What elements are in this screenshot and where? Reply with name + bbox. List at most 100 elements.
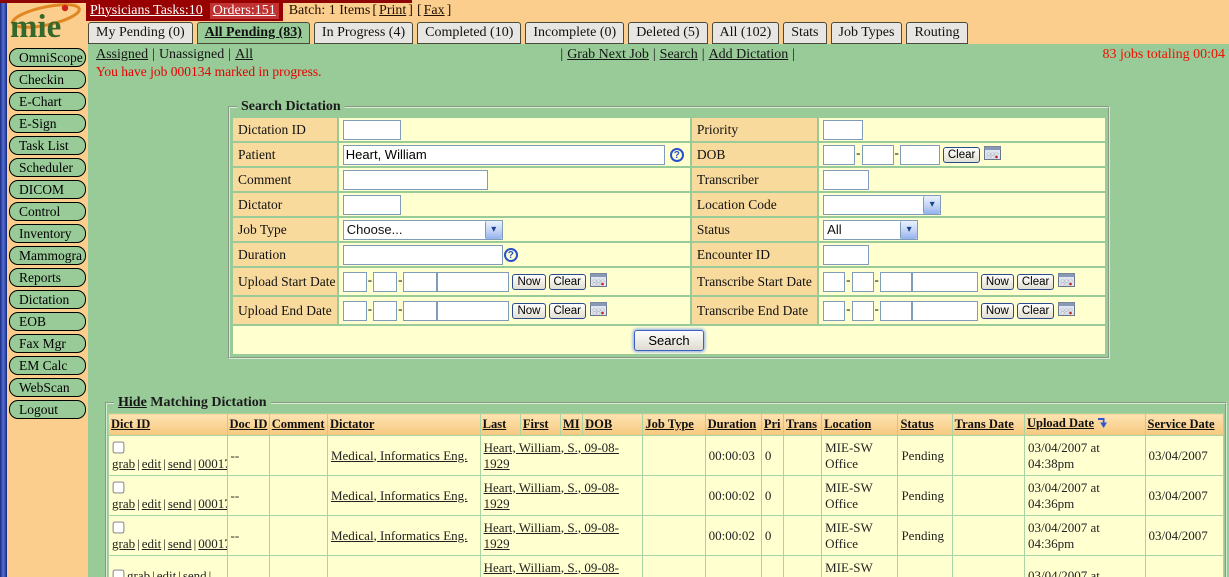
sidebar-item-em-calc[interactable]: EM Calc <box>9 356 86 375</box>
send-link[interactable]: send <box>168 536 192 551</box>
mie-logo[interactable]: mie <box>7 3 86 44</box>
transcribe-end-clear-button[interactable]: Clear <box>1017 303 1054 319</box>
sort-descending-icon[interactable] <box>1096 418 1109 432</box>
calendar-icon[interactable] <box>590 272 607 291</box>
dict-id-link[interactable]: 000174 <box>198 496 227 511</box>
tab-deleted[interactable]: Deleted (5) <box>628 22 707 44</box>
upload-end-clear-button[interactable]: Clear <box>549 303 586 319</box>
upload-end-year-input[interactable] <box>403 301 437 321</box>
transcribe-start-day-input[interactable] <box>852 272 874 292</box>
transcribe-start-now-button[interactable]: Now <box>981 274 1014 290</box>
calendar-icon[interactable] <box>1058 301 1075 320</box>
row-checkbox[interactable] <box>113 569 125 577</box>
upload-start-time-input[interactable] <box>437 272 509 292</box>
add-dictation-link[interactable]: Add Dictation <box>709 47 789 62</box>
tab-all[interactable]: All (102) <box>712 22 780 44</box>
job-type-select[interactable]: Choose...▾ <box>343 220 503 240</box>
transcribe-start-clear-button[interactable]: Clear <box>1017 274 1054 290</box>
tab-stats[interactable]: Stats <box>783 22 826 44</box>
sidebar-item-e-chart[interactable]: E-Chart <box>9 92 86 111</box>
dictation-id-input[interactable] <box>343 120 401 140</box>
upload-start-month-input[interactable] <box>343 272 367 292</box>
patient-link[interactable]: Heart, William, S., 09-08-1929 <box>484 440 619 471</box>
grab-link[interactable]: grab <box>127 568 150 577</box>
sidebar-item-dictation[interactable]: Dictation <box>9 290 86 309</box>
row-checkbox[interactable] <box>113 441 125 453</box>
patient-link[interactable]: Heart, William, S., 09-08-1929 <box>484 480 619 511</box>
transcribe-end-month-input[interactable] <box>823 301 845 321</box>
priority-input[interactable] <box>823 120 863 140</box>
search-button[interactable]: Search <box>634 330 703 351</box>
upload-start-clear-button[interactable]: Clear <box>549 274 586 290</box>
transcribe-start-month-input[interactable] <box>823 272 845 292</box>
tab-in-progress[interactable]: In Progress (4) <box>314 22 413 44</box>
edit-link[interactable]: edit <box>157 568 177 577</box>
search-link[interactable]: Search <box>660 47 698 62</box>
tab-completed[interactable]: Completed (10) <box>417 22 521 44</box>
physicians-tasks-link[interactable]: Physicians Tasks:10 <box>90 3 203 19</box>
grab-link[interactable]: grab <box>112 496 135 511</box>
row-checkbox[interactable] <box>113 521 125 533</box>
sidebar-item-logout[interactable]: Logout <box>9 400 86 419</box>
row-checkbox[interactable] <box>113 481 125 493</box>
transcribe-end-day-input[interactable] <box>852 301 874 321</box>
transcriber-input[interactable] <box>823 170 869 190</box>
tab-my-pending[interactable]: My Pending (0) <box>88 22 193 44</box>
comment-input[interactable] <box>343 170 488 190</box>
tab-all-pending[interactable]: All Pending (83) <box>197 22 310 44</box>
fax-link[interactable]: Fax <box>424 3 445 19</box>
sidebar-item-eob[interactable]: EOB <box>9 312 86 331</box>
calendar-icon[interactable] <box>984 145 1001 164</box>
upload-start-day-input[interactable] <box>373 272 397 292</box>
tab-routing[interactable]: Routing <box>906 22 967 44</box>
upload-end-month-input[interactable] <box>343 301 367 321</box>
tab-job-types[interactable]: Job Types <box>831 22 903 44</box>
patient-input[interactable] <box>343 145 665 165</box>
orders-link[interactable]: Orders:151 <box>210 3 279 19</box>
patient-link[interactable]: Heart, William, S., 09-08-1929 <box>484 520 619 551</box>
sidebar-item-control[interactable]: Control <box>9 202 86 221</box>
upload-end-now-button[interactable]: Now <box>512 303 545 319</box>
upload-start-year-input[interactable] <box>403 272 437 292</box>
status-select[interactable]: All▾ <box>823 220 918 240</box>
help-icon[interactable]: ? <box>670 148 684 162</box>
location-code-select[interactable]: ▾ <box>823 195 941 215</box>
all-link[interactable]: All <box>235 47 253 62</box>
sidebar-item-dicom[interactable]: DICOM <box>9 180 86 199</box>
sidebar-item-reports[interactable]: Reports <box>9 268 86 287</box>
send-link[interactable]: send <box>168 456 192 471</box>
sidebar-item-webscan[interactable]: WebScan <box>9 378 86 397</box>
dict-id-link[interactable]: 000175 <box>198 456 227 471</box>
grab-link[interactable]: grab <box>112 536 135 551</box>
sidebar-item-task-list[interactable]: Task List <box>9 136 86 155</box>
sidebar-item-checkin[interactable]: Checkin <box>9 70 86 89</box>
sidebar-item-mammography[interactable]: Mammogra <box>9 246 86 265</box>
dob-year-input[interactable] <box>900 145 940 165</box>
print-link[interactable]: Print <box>379 3 406 19</box>
transcribe-end-now-button[interactable]: Now <box>981 303 1014 319</box>
sidebar-item-fax-mgr[interactable]: Fax Mgr <box>9 334 86 353</box>
edit-link[interactable]: edit <box>142 536 162 551</box>
grab-next-job-link[interactable]: Grab Next Job <box>567 47 649 62</box>
grab-link[interactable]: grab <box>112 456 135 471</box>
help-icon[interactable]: ? <box>504 248 518 262</box>
unassigned-link[interactable]: Unassigned <box>159 47 224 62</box>
dictator-link[interactable]: Medical, Informatics Eng. <box>331 488 467 503</box>
upload-end-time-input[interactable] <box>437 301 509 321</box>
upload-start-now-button[interactable]: Now <box>512 274 545 290</box>
edit-link[interactable]: edit <box>142 456 162 471</box>
dob-clear-button[interactable]: Clear <box>943 147 980 163</box>
encounter-id-input[interactable] <box>823 245 869 265</box>
calendar-icon[interactable] <box>590 301 607 320</box>
dictator-link[interactable]: Medical, Informatics Eng. <box>331 448 467 463</box>
send-link[interactable]: send <box>183 568 207 577</box>
sidebar-item-e-sign[interactable]: E-Sign <box>9 114 86 133</box>
calendar-icon[interactable] <box>1058 272 1075 291</box>
dict-id-link[interactable]: 000173 <box>198 536 227 551</box>
patient-link[interactable]: Heart, William, S., 09-08-1929 <box>484 560 619 577</box>
sidebar-item-omniscope[interactable]: OmniScope <box>9 48 86 67</box>
sidebar-item-scheduler[interactable]: Scheduler <box>9 158 86 177</box>
assigned-link[interactable]: Assigned <box>96 47 148 62</box>
duration-input[interactable] <box>343 245 503 265</box>
transcribe-start-time-input[interactable] <box>912 272 978 292</box>
